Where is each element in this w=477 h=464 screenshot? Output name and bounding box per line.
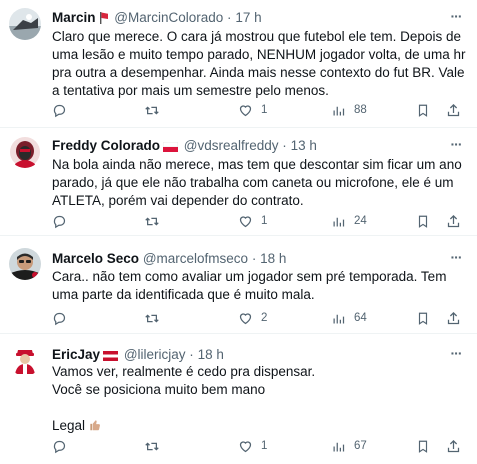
views-button[interactable]: 88 bbox=[331, 101, 367, 119]
reply-icon bbox=[53, 440, 66, 453]
retweet-icon bbox=[145, 216, 159, 226]
more-options-button[interactable]: ··· bbox=[449, 346, 463, 364]
timestamp[interactable]: 13 h bbox=[291, 138, 317, 153]
tweet-text: Na bola ainda não merece, mas tem que de… bbox=[52, 157, 462, 208]
share-icon bbox=[447, 103, 460, 116]
display-name[interactable]: Marcelo Seco bbox=[52, 251, 139, 266]
tweet-actions: 1 88 bbox=[52, 101, 472, 119]
retweet-button[interactable] bbox=[144, 309, 168, 327]
like-count: 1 bbox=[261, 215, 268, 227]
more-options-button[interactable]: ··· bbox=[449, 137, 463, 155]
share-button[interactable] bbox=[446, 309, 461, 327]
analytics-icon bbox=[333, 217, 345, 226]
heart-icon bbox=[239, 440, 252, 452]
bookmark-icon bbox=[418, 312, 428, 325]
tweet-3[interactable]: Marcelo Seco @marcelofmseco · 18 h ··· C… bbox=[0, 236, 477, 334]
retweet-icon bbox=[145, 105, 159, 115]
share-button[interactable] bbox=[446, 437, 461, 455]
avatar[interactable] bbox=[9, 248, 41, 280]
view-count: 64 bbox=[354, 312, 367, 324]
retweet-button[interactable] bbox=[144, 101, 168, 119]
timestamp[interactable]: 17 h bbox=[235, 10, 261, 25]
tweet-header: Marcelo Seco @marcelofmseco · 18 h bbox=[52, 250, 437, 268]
display-name[interactable]: EricJay bbox=[52, 347, 100, 362]
share-icon bbox=[447, 439, 460, 452]
more-options-button[interactable]: ··· bbox=[449, 250, 463, 268]
heart-icon bbox=[239, 312, 252, 324]
like-button[interactable]: 1 bbox=[238, 101, 267, 119]
display-name[interactable]: Marcin bbox=[52, 10, 96, 25]
user-handle[interactable]: @marcelofmseco bbox=[143, 251, 248, 266]
avatar[interactable] bbox=[9, 344, 41, 376]
views-button[interactable]: 64 bbox=[331, 309, 367, 327]
bookmark-button[interactable] bbox=[416, 101, 430, 119]
tweet-header: Marcin @MarcinColorado · 17 h bbox=[52, 9, 437, 29]
tweet-actions: 2 64 bbox=[52, 309, 472, 327]
like-button[interactable]: 1 bbox=[238, 212, 267, 230]
like-button[interactable]: 2 bbox=[238, 309, 267, 327]
timestamp[interactable]: 18 h bbox=[260, 251, 286, 266]
retweet-icon bbox=[145, 313, 159, 323]
reply-button[interactable] bbox=[52, 212, 75, 230]
like-button[interactable]: 1 bbox=[238, 437, 267, 455]
display-name[interactable]: Freddy Colorado bbox=[52, 138, 160, 153]
share-button[interactable] bbox=[446, 212, 461, 230]
user-handle[interactable]: @vdsrealfreddy bbox=[184, 138, 279, 153]
bookmark-icon bbox=[418, 215, 428, 228]
like-count: 1 bbox=[261, 104, 268, 116]
heart-icon bbox=[239, 215, 252, 227]
view-count: 24 bbox=[354, 215, 367, 227]
retweet-icon bbox=[145, 441, 159, 451]
tweet-4[interactable]: EricJay @lilericjay · 18 h ··· Vamos ver… bbox=[0, 334, 477, 464]
share-icon bbox=[447, 214, 460, 227]
analytics-icon bbox=[333, 442, 345, 451]
tweet-header: Freddy Colorado @vdsrealfreddy · 13 h bbox=[52, 137, 437, 157]
tweet-text: Vamos ver, realmente é cedo pra dispensa… bbox=[52, 363, 468, 437]
tweet-text: Cara.. não tem como avaliar um jogador s… bbox=[52, 269, 447, 302]
reply-button[interactable] bbox=[52, 437, 75, 455]
like-count: 2 bbox=[261, 312, 268, 324]
analytics-icon bbox=[333, 106, 345, 115]
bookmark-button[interactable] bbox=[416, 309, 430, 327]
avatar[interactable] bbox=[9, 136, 41, 168]
like-count: 1 bbox=[261, 440, 268, 452]
separator: · bbox=[282, 138, 287, 153]
tweet-1[interactable]: Marcin @MarcinColorado · 17 h ··· Claro … bbox=[0, 0, 477, 128]
bookmark-button[interactable] bbox=[416, 212, 430, 230]
thumbs-up-icon bbox=[88, 418, 102, 437]
tweet-actions: 1 24 bbox=[52, 212, 472, 230]
more-options-button[interactable]: ··· bbox=[449, 9, 463, 27]
flag-icon bbox=[99, 11, 109, 29]
bookmark-button[interactable] bbox=[416, 437, 430, 455]
views-button[interactable]: 24 bbox=[331, 212, 367, 230]
retweet-button[interactable] bbox=[144, 437, 168, 455]
separator: · bbox=[227, 10, 232, 25]
bookmark-icon bbox=[418, 104, 428, 117]
share-icon bbox=[447, 311, 460, 324]
retweet-button[interactable] bbox=[144, 212, 168, 230]
tweet-text: Claro que merece. O cara já mostrou que … bbox=[52, 29, 466, 98]
analytics-icon bbox=[333, 314, 345, 323]
view-count: 67 bbox=[354, 440, 367, 452]
bookmark-icon bbox=[418, 440, 428, 453]
avatar[interactable] bbox=[9, 8, 41, 40]
user-handle[interactable]: @lilericjay bbox=[124, 347, 186, 362]
flag-icon bbox=[162, 139, 179, 157]
user-handle[interactable]: @MarcinColorado bbox=[114, 10, 223, 25]
reply-icon bbox=[53, 215, 66, 228]
timestamp[interactable]: 18 h bbox=[198, 347, 224, 362]
view-count: 88 bbox=[354, 104, 367, 116]
tweet-2[interactable]: Freddy Colorado @vdsrealfreddy · 13 h ··… bbox=[0, 128, 477, 236]
separator: · bbox=[189, 347, 194, 362]
reply-button[interactable] bbox=[52, 309, 75, 327]
share-button[interactable] bbox=[446, 101, 461, 119]
views-button[interactable]: 67 bbox=[331, 437, 367, 455]
tweet-actions: 1 67 bbox=[52, 437, 472, 455]
reply-icon bbox=[53, 312, 66, 325]
reply-button[interactable] bbox=[52, 101, 75, 119]
separator: · bbox=[251, 251, 257, 266]
reply-icon bbox=[53, 104, 66, 117]
heart-icon bbox=[239, 104, 252, 116]
